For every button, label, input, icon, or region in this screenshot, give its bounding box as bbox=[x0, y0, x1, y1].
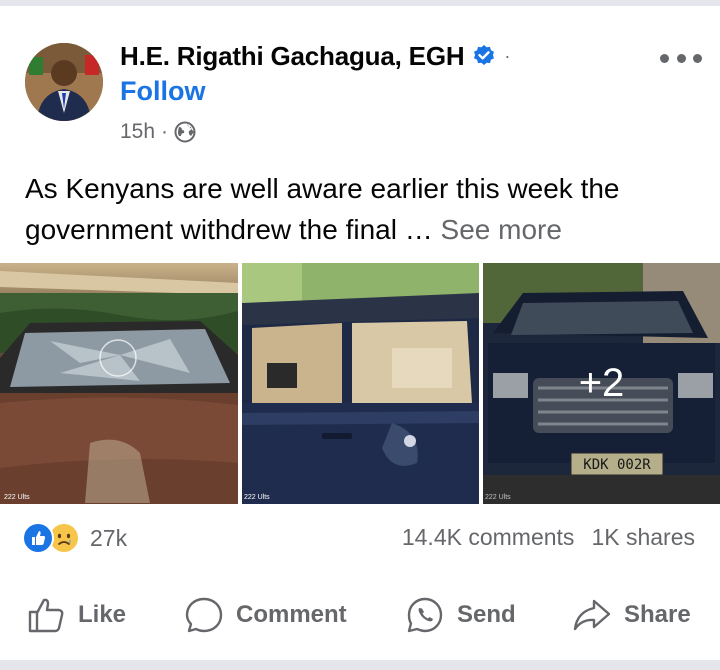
reaction-summary[interactable]: 27k bbox=[22, 522, 127, 554]
send-label: Send bbox=[457, 601, 516, 628]
more-dot bbox=[660, 53, 669, 63]
whatsapp-send-icon bbox=[407, 597, 443, 633]
verified-badge-icon bbox=[474, 45, 495, 65]
comment-label: Comment bbox=[236, 601, 347, 628]
shares-count[interactable]: 1K shares bbox=[591, 524, 695, 551]
share-arrow-icon bbox=[573, 599, 611, 631]
follow-button[interactable]: Follow bbox=[120, 76, 205, 107]
author-header: H.E. Rigathi Gachagua, EGH · bbox=[120, 38, 510, 74]
author-avatar[interactable] bbox=[25, 43, 103, 121]
photo-1[interactable]: 222 Ults bbox=[0, 263, 238, 504]
header-separator: · bbox=[504, 45, 511, 66]
like-label: Like bbox=[78, 601, 127, 628]
photo-grid: 222 Ults 222 Ults KDK 002R 222 Ults +2 bbox=[0, 263, 720, 504]
share-button[interactable]: Share bbox=[572, 590, 691, 640]
bottom-divider bbox=[0, 660, 720, 670]
more-dot bbox=[693, 53, 702, 63]
comment-button[interactable]: Comment bbox=[184, 590, 347, 640]
like-button[interactable]: Like bbox=[26, 590, 126, 640]
more-dot bbox=[676, 53, 686, 63]
action-bar: Like Comment Send Share bbox=[0, 590, 720, 640]
post-body: As Kenyans are well aware earlier this w… bbox=[25, 168, 705, 250]
engagement-stats: 14.4K comments 1K shares bbox=[402, 524, 695, 551]
share-label: Share bbox=[624, 601, 691, 628]
meta-separator: · bbox=[161, 120, 169, 143]
top-divider bbox=[0, 0, 720, 6]
comment-icon bbox=[185, 597, 223, 633]
more-photos-count[interactable]: +2 bbox=[483, 263, 720, 504]
author-name[interactable]: H.E. Rigathi Gachagua, EGH bbox=[120, 41, 465, 72]
reaction-count: 27k bbox=[90, 524, 128, 551]
photo-2[interactable]: 222 Ults bbox=[242, 263, 479, 504]
like-reaction-icon bbox=[22, 522, 54, 554]
photo-3[interactable]: KDK 002R 222 Ults +2 bbox=[483, 263, 720, 504]
see-more-link[interactable]: See more bbox=[441, 214, 562, 245]
globe-icon bbox=[174, 121, 196, 143]
photo-2-tag: 222 Ults bbox=[244, 494, 270, 501]
photo-1-tag: 222 Ults bbox=[4, 494, 30, 501]
post-meta: 15h · bbox=[120, 120, 196, 144]
thumbs-up-icon bbox=[28, 598, 64, 633]
more-options-icon[interactable] bbox=[660, 46, 702, 70]
send-button[interactable]: Send bbox=[405, 590, 516, 640]
post-timestamp[interactable]: 15h bbox=[120, 120, 155, 144]
comments-count[interactable]: 14.4K comments bbox=[402, 524, 575, 551]
